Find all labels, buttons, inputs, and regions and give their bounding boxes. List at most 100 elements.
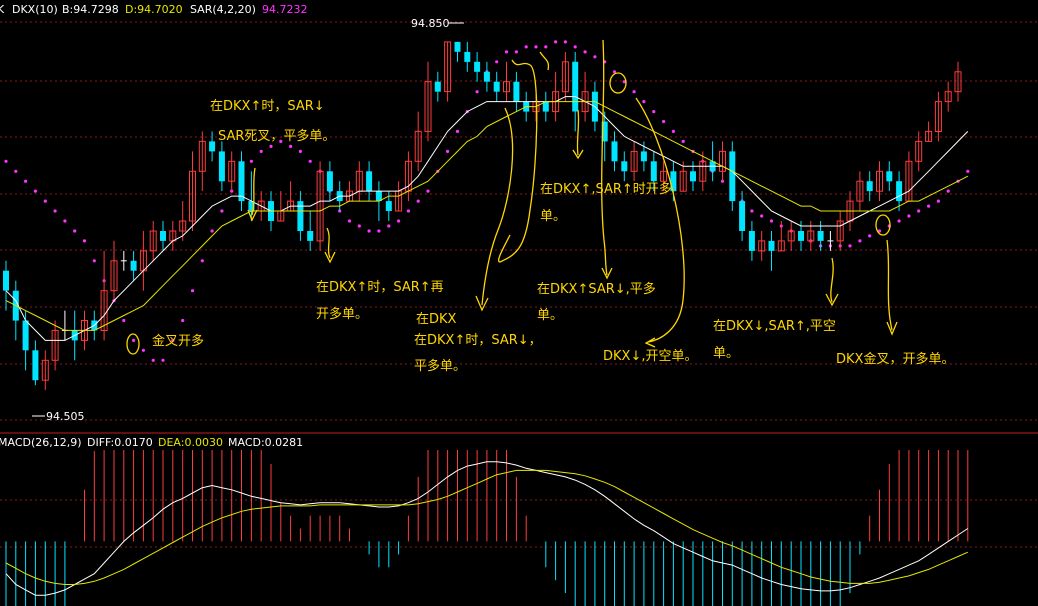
sar-dot [269,144,273,148]
candle-body [729,151,736,202]
candle-body [454,41,461,52]
trading-chart[interactable]: K DKX(10) B:94.7298 D:94.7020 SAR(4,2,20… [0,0,1038,606]
sar-dot [416,199,420,203]
sar-dot [92,259,96,263]
macd-diff: DIFF:0.0170 [87,436,153,449]
sar-dot [249,159,253,163]
annotation-text: 单。 [713,346,739,361]
candle-body [209,141,216,152]
annotation-text: 在DKX↑SAR↓,平多 [537,281,656,297]
candle-body [640,151,647,162]
sar-dot [210,229,214,233]
sar-dot [446,149,450,153]
sar-dot [190,289,195,293]
sar-dot [259,149,263,153]
candle-body [866,181,873,192]
sar-dot [750,209,754,213]
candle-body [218,151,225,182]
candle-body [817,231,824,241]
sar-dot [573,45,577,49]
sar-dot [907,214,911,218]
sar-dot [534,45,538,49]
macd-value: MACD:0.0281 [228,436,303,449]
sar-dot [897,219,901,223]
annotation-text: 平多单。 [414,358,466,374]
candle-body [160,231,166,241]
candle-body [798,231,804,241]
annotation-text: 在DKX [416,312,457,327]
sar-dot [347,219,352,223]
annotation-text: 开多单。 [316,306,368,322]
candle-body [739,201,746,231]
candle-body [434,81,441,92]
sar-dot [141,348,145,352]
sar-dot [475,90,479,94]
annotation-text: 在DKX↑时，SAR↑再 [316,280,444,295]
candle-body [366,171,373,192]
macd-name: MACD(26,12,9) [0,436,82,449]
annotation-text: 在DKX↑时，SAR↓， [414,333,542,348]
candle-body [464,51,471,62]
candle-body [611,141,618,162]
sar-dot [936,199,941,203]
annotation-text: 在DKX↑时，SAR↓ [210,99,325,114]
sar-dot [514,50,519,54]
sar-dot [24,179,28,183]
candle-body [297,201,304,231]
candle-body [385,201,392,211]
sar-dot [671,129,676,133]
sar-dot [289,144,293,148]
candle-body [886,171,893,182]
candle-body [768,240,775,251]
sar-dot [367,229,371,233]
sar-dot [524,45,528,49]
sar-dot [181,318,185,323]
sar-dot [455,129,460,133]
sar-dot [544,45,548,49]
sar-dot [642,100,646,104]
sar-dot [593,55,597,59]
high-price-label: 94.850 [411,17,450,30]
sar-dot [14,169,18,173]
price-panel-header: K DKX(10) B:94.7298 D:94.7020 SAR(4,2,20… [0,3,308,16]
annotation-text: DKX金叉，开多单。 [836,351,954,367]
macd-dea: DEA:0.0030 [158,436,223,449]
sar-dot [357,224,361,228]
sar-dot [82,239,87,243]
candle-body [238,161,245,202]
sar-dot [632,90,636,94]
sar-dot [652,110,656,114]
sar-dot [426,189,430,193]
annotation-text: 单。 [540,209,566,224]
sar-label: SAR(4,2,20) [190,3,256,16]
annotation-text: 在DKX↑,SAR↑时开多 [540,181,672,197]
sar-dot [966,169,970,173]
sar-dot [4,159,8,163]
sar-dot [220,209,224,213]
candle-body [130,260,137,271]
candle-body [690,171,696,182]
annotation-text: 在DKX↓,SAR↑,平空 [713,319,836,334]
sar-dot [43,199,47,203]
sar-dot [151,358,155,362]
annotation-text: 金叉开多 [152,333,204,349]
sar-dot [848,244,852,248]
sar-dot [681,139,685,143]
candle-body [22,320,29,351]
candle-body [896,181,903,202]
candle-body [621,161,628,172]
sar-dot [504,50,509,54]
sar-dot [563,40,568,44]
candle-body [483,71,490,82]
sar-dot [63,219,67,223]
b-value: B:94.7298 [62,3,119,16]
sar-dot [406,209,410,213]
sar-dot [53,209,57,213]
sar-dot [122,318,126,323]
sar-dot [377,229,381,233]
sar-dot [397,219,401,223]
sar-dot [298,149,302,153]
sar-dot [495,60,499,64]
candle-body [32,350,39,381]
sar-dot [132,338,136,342]
